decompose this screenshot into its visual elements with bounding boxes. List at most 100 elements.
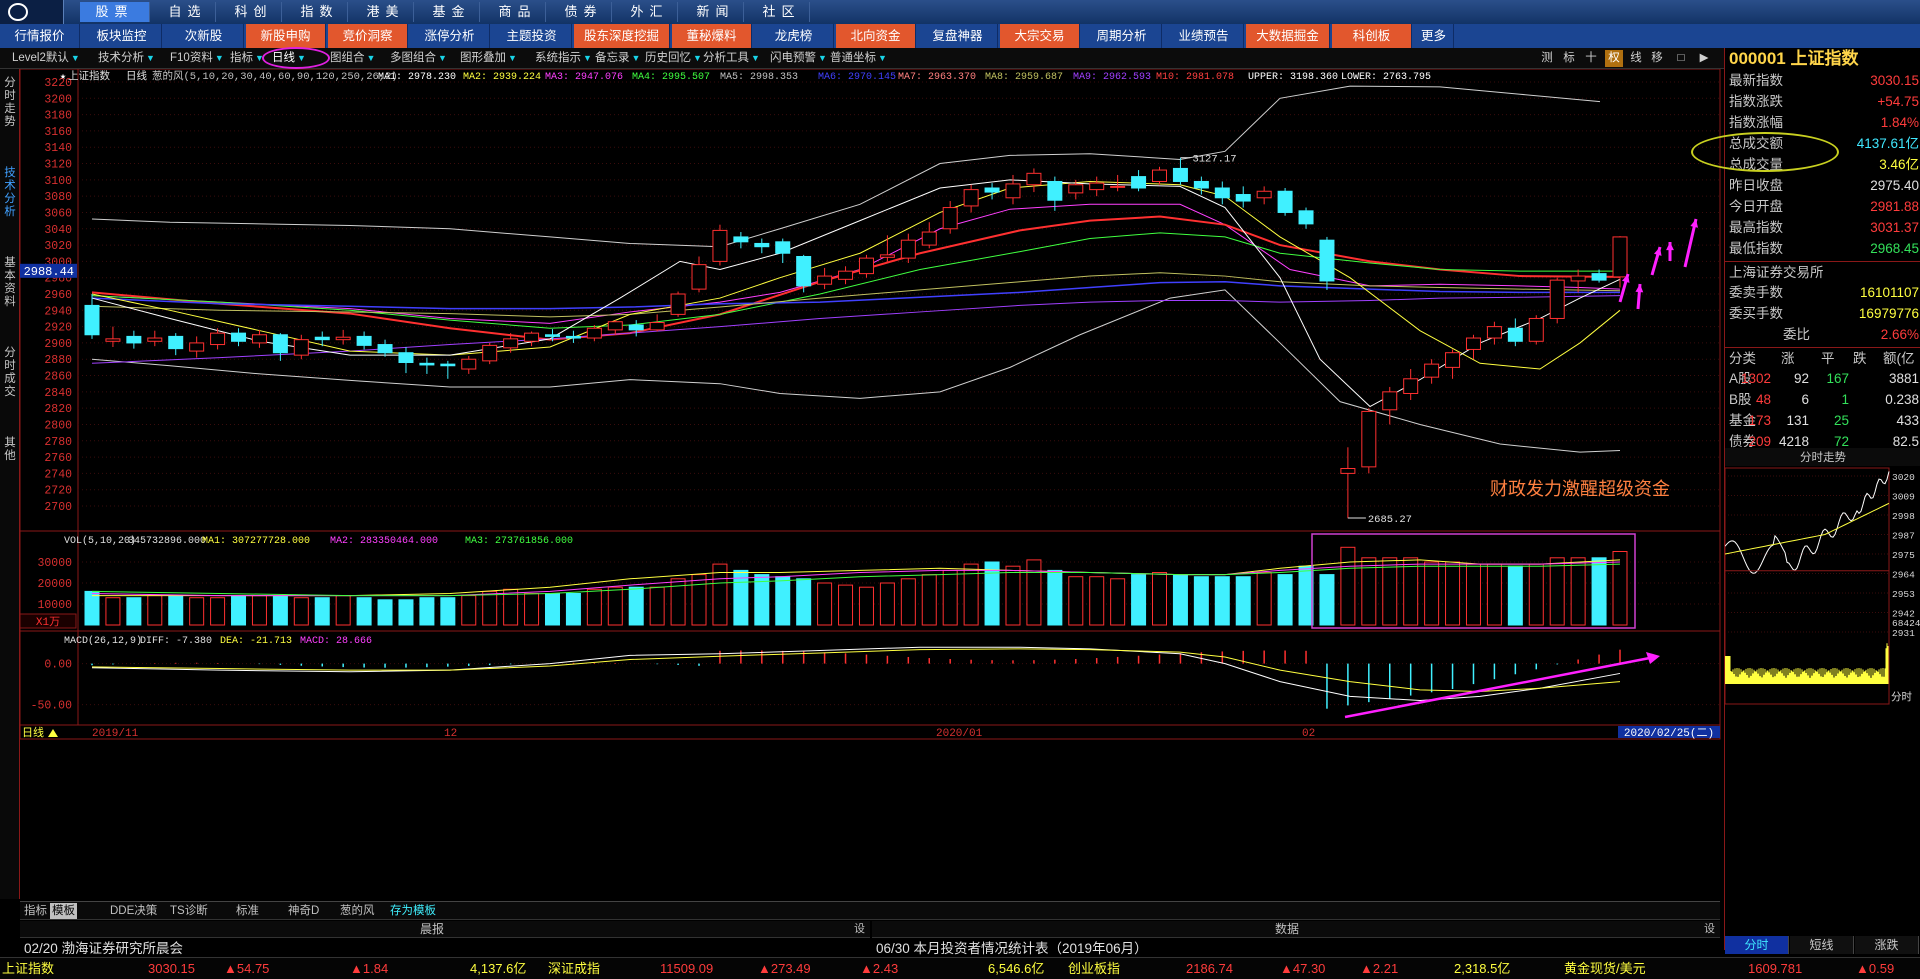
toolbar-right-7[interactable]: ▶ [1695, 50, 1713, 67]
toolbar-right-3[interactable]: 权 [1605, 50, 1623, 67]
mini-tab-1[interactable]: 短线 [1790, 936, 1854, 954]
candle-up [649, 322, 665, 331]
feature-tab-11[interactable]: 复盘神器 [918, 24, 998, 48]
top-tab-5[interactable]: 基金 [424, 2, 480, 22]
top-tab-7[interactable]: 债券 [556, 2, 612, 22]
status-item-2: ▲54.75 [224, 961, 270, 976]
volume-bar [461, 595, 477, 626]
volume-bar [1068, 576, 1084, 626]
status-item-3: ▲1.84 [350, 961, 389, 976]
toolbar-btn-6[interactable]: 多图组合 ▼ [390, 50, 447, 67]
bottom-tab-6[interactable]: 葱的风 [340, 903, 375, 919]
toolbar-btn-10[interactable]: 历史回忆 ▼ [645, 50, 702, 67]
feature-tab-3[interactable]: 新股申购 [246, 24, 326, 48]
feature-tab-15[interactable]: 大数据掘金 [1246, 24, 1330, 48]
toolbar-btn-8[interactable]: 系统指示 ▼ [535, 50, 592, 67]
feature-tab-12[interactable]: 大宗交易 [1000, 24, 1080, 48]
feature-tab-7[interactable]: 股东深度挖掘 [574, 24, 670, 48]
top-tab-0[interactable]: 股票 [80, 2, 150, 22]
top-tab-8[interactable]: 外汇 [622, 2, 678, 22]
bottom-tab-5[interactable]: 神奇D [288, 903, 319, 919]
kline-chart-svg[interactable]: 3220320031803160314031203100308030603040… [19, 68, 1722, 901]
top-tab-10[interactable]: 社区 [754, 2, 810, 22]
app-logo[interactable] [0, 0, 64, 24]
toolbar-btn-0[interactable]: Level2默认 ▼ [12, 50, 80, 67]
volume-bar [691, 574, 707, 626]
bollinger-lower-line [91, 289, 1621, 453]
toolbar-right-1[interactable]: 标 [1560, 50, 1578, 67]
top-tab-4[interactable]: 港美英 [358, 2, 414, 39]
toolbar-btn-3[interactable]: 指标 ▼ [230, 50, 264, 67]
toolbar-btn-2[interactable]: F10资料 ▼ [170, 50, 224, 67]
left-tab-4[interactable]: 其他 [3, 437, 17, 517]
toolbar-btn-12[interactable]: 闪电预警 ▼ [770, 50, 827, 67]
market-table-row: 基金 173 131 25 433 [1725, 410, 1920, 431]
intraday-mini-chart[interactable]: 分时走势302030092998298729752964295329422931… [1725, 448, 1920, 708]
bottom-tab-0[interactable]: 指标 [24, 903, 47, 919]
toolbar-right-0[interactable]: 测 [1538, 50, 1556, 67]
candle-down [1214, 187, 1230, 199]
mini-tab-0[interactable]: 分时 [1725, 936, 1789, 954]
toolbar-btn-13[interactable]: 普通坐标 ▼ [830, 50, 887, 67]
news-right-settings[interactable]: 设 [1704, 921, 1715, 938]
bottom-tab-3[interactable]: TS诊断 [170, 903, 208, 919]
feature-tab-5[interactable]: 涨停分析 [410, 24, 490, 48]
bottom-tab-4[interactable]: 标准 [236, 903, 259, 919]
top-tab-2[interactable]: 科创板 [226, 2, 282, 39]
price-axis-tick: 3080 [44, 191, 72, 204]
news-left-settings[interactable]: 设 [854, 921, 865, 938]
toolbar-right-2[interactable]: 十 [1582, 50, 1600, 67]
news-left-item[interactable]: 02/20 渤海证券研究所晨会 [24, 940, 183, 957]
kline-chart-area[interactable]: 3220 3200 3180 3160 3140 3120 3100 3080 3060 3040… [19, 68, 1722, 901]
feature-tab-13[interactable]: 周期分析 [1082, 24, 1162, 48]
toolbar-btn-1[interactable]: 技术分析 ▼ [98, 50, 155, 67]
toolbar-btn-11[interactable]: 分析工具 ▼ [703, 50, 760, 67]
left-tab-0[interactable]: 分时走势 [3, 77, 17, 157]
volume-bar [607, 586, 623, 626]
toolbar-right-5[interactable]: 移 [1648, 50, 1666, 67]
news-right-item[interactable]: 06/30 本月投资者情况统计表（2019年06月） [876, 940, 1148, 957]
top-tab-6[interactable]: 商品 [490, 2, 546, 22]
feature-tab-4[interactable]: 竞价洞察 [328, 24, 408, 48]
feature-tab-1[interactable]: 板块监控 [82, 24, 162, 48]
dropdown-arrow-icon: ▼ [878, 53, 887, 63]
feature-tab-16[interactable]: 科创板 [1332, 24, 1412, 48]
feature-tab-10[interactable]: 北向资金 [836, 24, 916, 48]
feature-tab-2[interactable]: 次新股 [164, 24, 244, 48]
date-axis-bg [19, 724, 1721, 740]
volume-bar [796, 578, 812, 626]
top-tab-1[interactable]: 自选股 [160, 2, 216, 39]
top-tab-3[interactable]: 指数 [292, 2, 348, 22]
candle-up [1068, 184, 1084, 194]
left-tab-1[interactable]: 技术分析 [3, 167, 17, 247]
dropdown-arrow-icon: ▼ [146, 53, 155, 63]
toolbar-right-6[interactable]: □ [1672, 50, 1690, 67]
bottom-tab-7[interactable]: 存为模板 [390, 903, 436, 919]
candle-up [251, 334, 267, 344]
toolbar-btn-9[interactable]: 备忘录 ▼ [595, 50, 640, 67]
feature-tab-9[interactable]: 龙虎榜 [754, 24, 834, 48]
bottom-tab-1[interactable]: 模板 [50, 903, 77, 919]
left-tab-2[interactable]: 基本资料 [3, 257, 17, 337]
order-row-0: 委卖手数 16101107 [1725, 282, 1920, 303]
dropdown-arrow-icon: ▼ [583, 53, 592, 63]
mini-tab-2[interactable]: 涨跌 [1855, 936, 1919, 954]
candle-up [1424, 363, 1440, 378]
feature-tab-17[interactable]: 更多 [1414, 24, 1454, 48]
news-right-title[interactable]: 数据 [1275, 921, 1299, 938]
price-axis-tick: 3140 [44, 142, 72, 155]
bottom-tab-2[interactable]: DDE决策 [110, 903, 157, 919]
toolbar-btn-5[interactable]: 图组合 ▼ [330, 50, 375, 67]
feature-tab-6[interactable]: 主题投资 [492, 24, 572, 48]
feature-tab-0[interactable]: 行情报价 [0, 24, 80, 48]
table-cell: 1 [1841, 392, 1849, 407]
toolbar-right-4[interactable]: 线 [1627, 50, 1645, 67]
left-tab-3[interactable]: 分时成交 [3, 347, 17, 427]
toolbar-btn-7[interactable]: 图形叠加 ▼ [460, 50, 517, 67]
price-axis-tick: 2800 [44, 419, 72, 432]
top-tab-9[interactable]: 新闻 [688, 2, 744, 22]
feature-tab-14[interactable]: 业绩预告 [1164, 24, 1244, 48]
news-left-title[interactable]: 晨报 [420, 921, 444, 938]
candle-down [1131, 176, 1147, 189]
feature-tab-8[interactable]: 董秘爆料 [672, 24, 752, 48]
